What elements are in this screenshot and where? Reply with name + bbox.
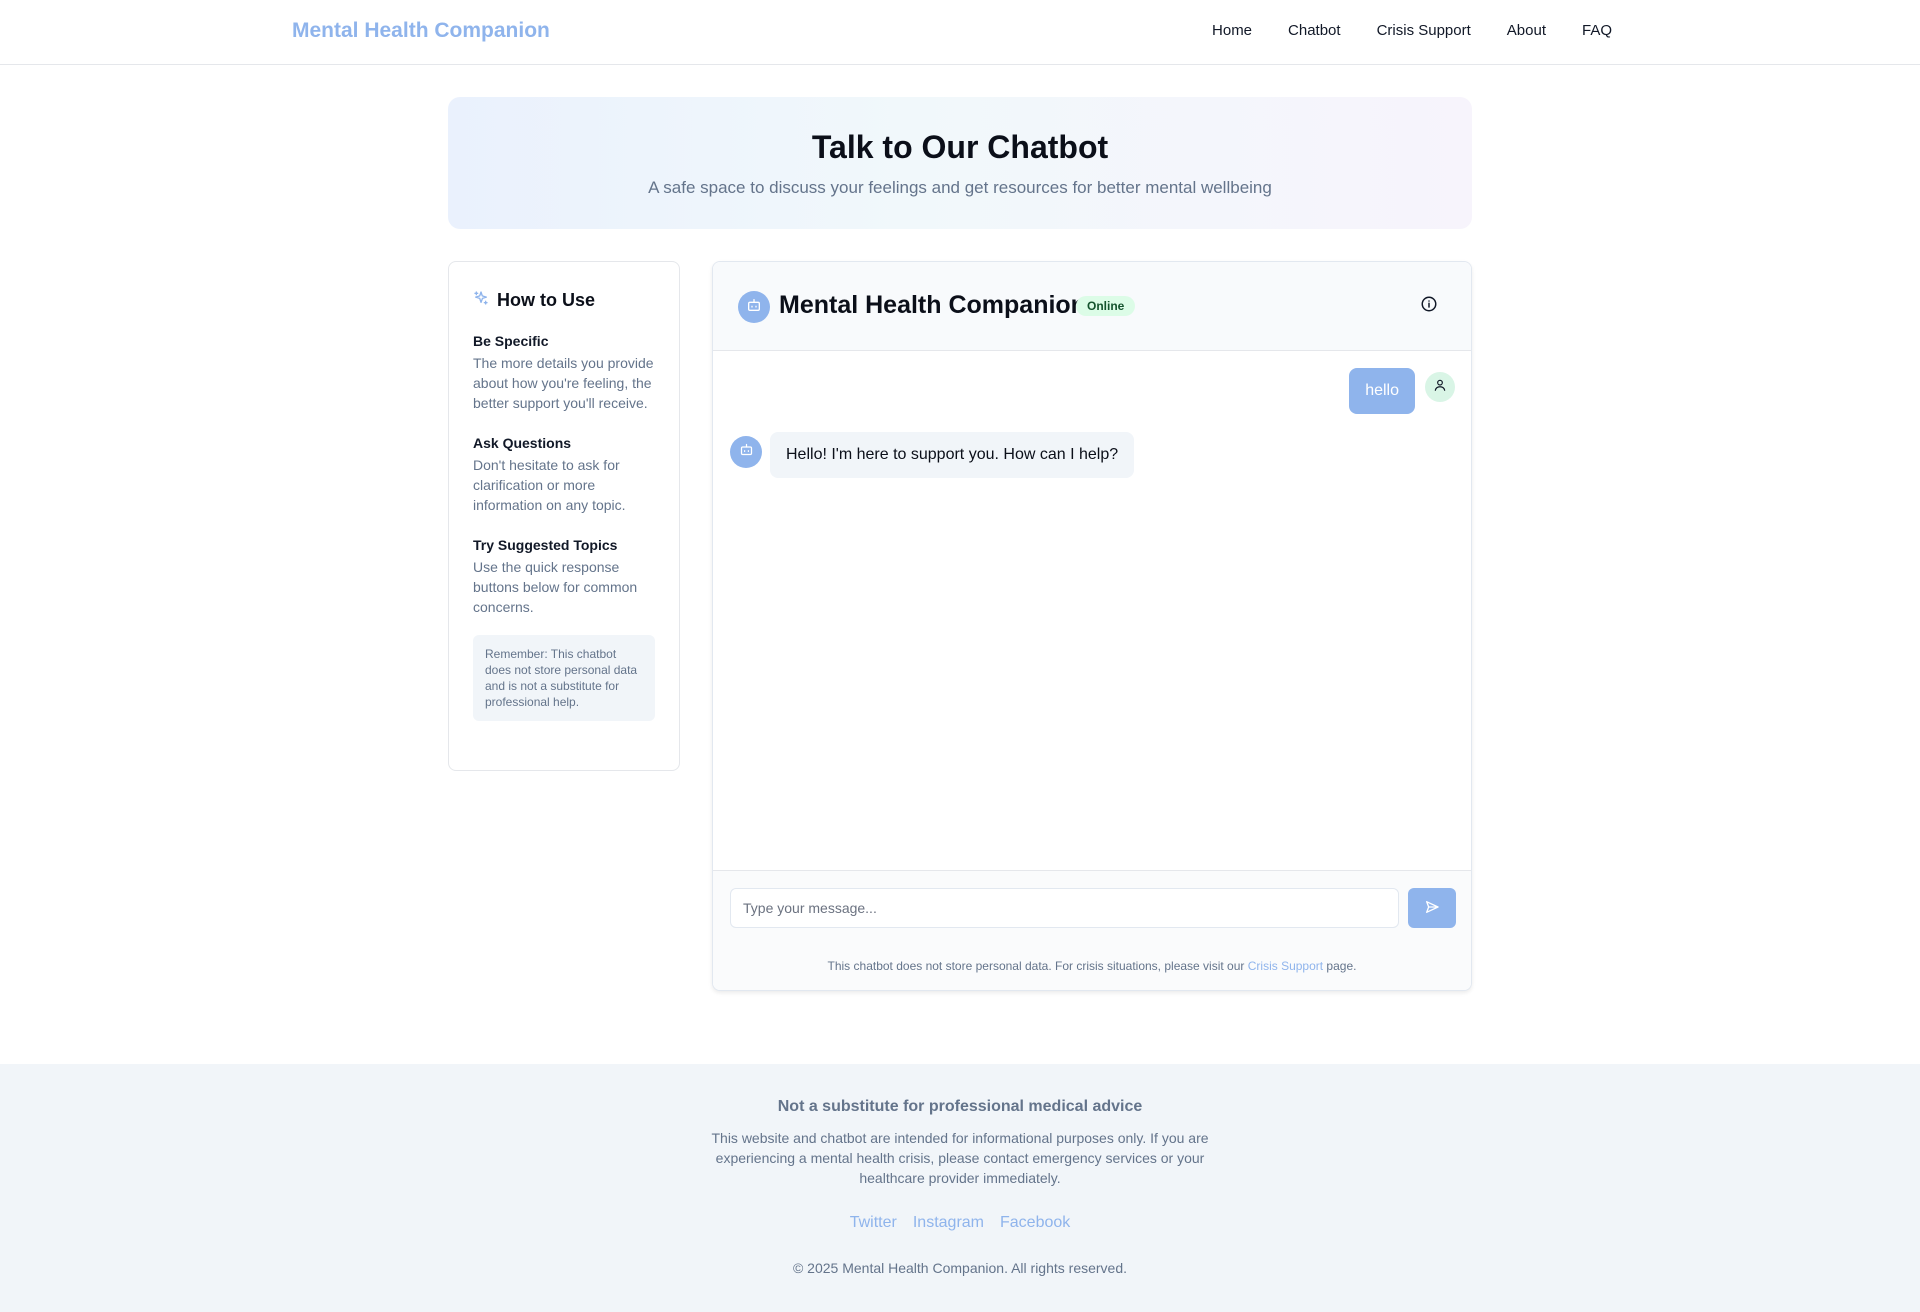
- footer-description: This website and chatbot are intended fo…: [711, 1130, 1209, 1186]
- chat-header: Mental Health Companion Online: [713, 262, 1471, 351]
- nav-home[interactable]: Home: [1212, 22, 1252, 39]
- user-message: hello: [1349, 368, 1415, 414]
- chat-panel: Mental Health Companion Online hello Hel…: [712, 261, 1472, 991]
- tip-heading: Be Specific: [473, 333, 549, 349]
- user-icon: [1433, 378, 1447, 397]
- bot-icon: [739, 442, 754, 462]
- disclaimer-text-end: page.: [1323, 959, 1357, 973]
- sparkles-icon: [473, 290, 489, 311]
- tip-body: The more details you provide about how y…: [473, 355, 654, 411]
- nav-about[interactable]: About: [1507, 22, 1546, 39]
- hero-banner: Talk to Our Chatbot A safe space to disc…: [448, 97, 1472, 229]
- bot-avatar: [738, 291, 770, 323]
- nav-crisis-support[interactable]: Crisis Support: [1377, 22, 1471, 39]
- nav-faq[interactable]: FAQ: [1582, 22, 1612, 39]
- tip-heading: Ask Questions: [473, 435, 572, 451]
- how-to-use-title: How to Use: [497, 290, 596, 310]
- user-avatar: [1425, 372, 1455, 402]
- status-badge: Online: [1076, 296, 1136, 316]
- social-facebook[interactable]: Facebook: [1000, 1214, 1070, 1232]
- nav-chatbot[interactable]: Chatbot: [1288, 22, 1341, 39]
- footer-heading: Not a substitute for professional medica…: [777, 1098, 1143, 1115]
- site-footer: Not a substitute for professional medica…: [0, 1064, 1920, 1312]
- tip-body: Don't hesitate to ask for clarification …: [473, 457, 626, 513]
- tip-suggested-topics: Try Suggested Topics Use the quick respo…: [473, 537, 655, 617]
- how-to-use-card: How to Use Be Specific The more details …: [448, 261, 680, 771]
- main-nav: Home Chatbot Crisis Support About FAQ: [1212, 22, 1612, 39]
- send-button[interactable]: [1408, 888, 1456, 928]
- disclaimer-text: This chatbot does not store personal dat…: [827, 959, 1248, 973]
- site-header: Mental Health Companion Home Chatbot Cri…: [0, 0, 1920, 65]
- message-list[interactable]: hello Hello! I'm here to support you. Ho…: [713, 351, 1471, 871]
- brand-logo[interactable]: Mental Health Companion: [292, 19, 550, 43]
- privacy-note: Remember: This chatbot does not store pe…: [473, 635, 655, 721]
- message-input[interactable]: [730, 888, 1399, 928]
- chat-title: Mental Health Companion: [779, 291, 1086, 319]
- bot-message: Hello! I'm here to support you. How can …: [770, 432, 1135, 478]
- info-icon: [1420, 295, 1438, 318]
- tip-body: Use the quick response buttons below for…: [473, 559, 638, 615]
- bot-avatar: [730, 436, 762, 468]
- chat-composer: This chatbot does not store personal dat…: [713, 870, 1471, 990]
- how-to-use-header: How to Use: [473, 290, 655, 311]
- chat-disclaimer: This chatbot does not store personal dat…: [713, 959, 1471, 973]
- tip-heading: Try Suggested Topics: [473, 537, 618, 553]
- send-icon: [1424, 899, 1440, 918]
- page-subtitle: A safe space to discuss your feelings an…: [648, 178, 1272, 197]
- bot-icon: [746, 297, 762, 318]
- tip-be-specific: Be Specific The more details you provide…: [473, 333, 655, 413]
- social-twitter[interactable]: Twitter: [850, 1214, 897, 1232]
- tip-ask-questions: Ask Questions Don't hesitate to ask for …: [473, 435, 655, 515]
- social-instagram[interactable]: Instagram: [913, 1214, 984, 1232]
- copyright: © 2025 Mental Health Companion. All righ…: [792, 1260, 1128, 1276]
- social-links: Twitter Instagram Facebook: [0, 1214, 1920, 1232]
- page-title: Talk to Our Chatbot: [811, 129, 1109, 165]
- info-button[interactable]: [1419, 296, 1439, 316]
- crisis-support-link[interactable]: Crisis Support: [1248, 959, 1323, 973]
